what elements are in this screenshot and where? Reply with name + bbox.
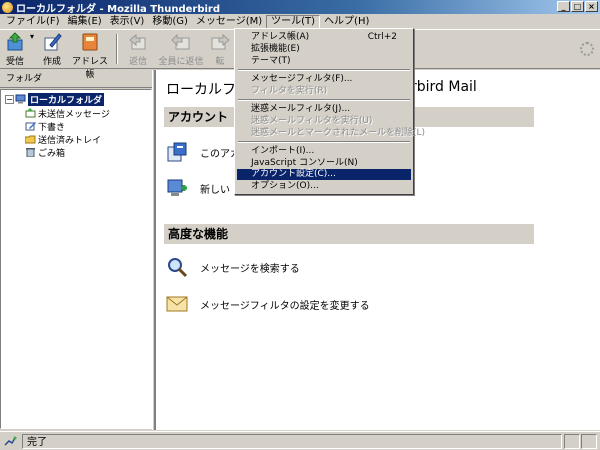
sent-folder-icon bbox=[25, 135, 36, 144]
compose-icon bbox=[44, 33, 62, 51]
tools-menu-dropdown: アドレス帳(A) Ctrl+2 拡張機能(E) テーマ(T) メッセージフィルタ… bbox=[234, 28, 425, 195]
status-panel bbox=[564, 434, 580, 449]
search-icon bbox=[168, 258, 188, 278]
activity-throbber-icon bbox=[580, 42, 594, 56]
minimize-button[interactable]: _ bbox=[557, 1, 570, 12]
menuitem-delete-junk[interactable]: 迷惑メールとマークされたメールを削除(L) bbox=[237, 127, 425, 139]
page-title-tail: rbird Mail bbox=[411, 79, 477, 95]
reply-icon bbox=[129, 33, 146, 50]
chevron-down-icon: ▾ bbox=[29, 32, 34, 41]
folder-local-folders[interactable]: ローカルフォルダ bbox=[15, 92, 105, 106]
get-mail-icon bbox=[7, 32, 23, 51]
window-controls: _ □ × bbox=[557, 1, 598, 12]
status-panel bbox=[581, 434, 597, 449]
trash-icon bbox=[26, 148, 35, 157]
online-status-icon[interactable] bbox=[3, 435, 17, 448]
reply-all-label: 全員に返信 bbox=[158, 57, 204, 67]
view-account-settings-link[interactable]: このアカ bbox=[166, 140, 240, 164]
close-button[interactable]: × bbox=[585, 1, 598, 12]
menuitem-extensions[interactable]: 拡張機能(E) bbox=[237, 43, 411, 55]
menu-go[interactable]: 移動(G) bbox=[148, 15, 192, 29]
menuitem-label: アドレス帳(A) bbox=[251, 32, 310, 42]
forward-button[interactable]: 転 bbox=[208, 32, 232, 68]
menu-help[interactable]: ヘルプ(H) bbox=[320, 15, 373, 29]
menuitem-run-filters[interactable]: フィルタを実行(R) bbox=[237, 85, 411, 97]
manage-filters-link-text: メッセージフィルタの設定を変更する bbox=[200, 300, 370, 312]
thunderbird-app-icon bbox=[2, 1, 13, 13]
menuitem-junk-filters[interactable]: 迷惑メールフィルタ(J)... bbox=[237, 103, 411, 115]
advanced-section-header: 高度な機能 bbox=[164, 224, 534, 244]
menuitem-account-settings[interactable]: アカウント設定(C)... bbox=[237, 169, 411, 180]
folder-sent[interactable]: 送信済みトレイ bbox=[25, 133, 102, 146]
menu-separator bbox=[238, 99, 410, 101]
compose-label: 作成 bbox=[42, 57, 61, 67]
folder-label: ローカルフォルダ bbox=[28, 92, 105, 106]
menuitem-themes[interactable]: テーマ(T) bbox=[237, 55, 411, 67]
toolbar-separator bbox=[116, 34, 118, 64]
folder-tree: − ローカルフォルダ 未送信メッセージ 下書き 送信済みトレイ ごみ箱 bbox=[0, 89, 152, 429]
folder-label: 未送信メッセージ bbox=[38, 109, 110, 120]
reply-all-icon bbox=[171, 33, 190, 50]
search-messages-link-text: メッセージを検索する bbox=[200, 263, 300, 275]
search-messages-link[interactable]: メッセージを検索する bbox=[166, 255, 300, 279]
menuitem-javascript-console[interactable]: JavaScript コンソール(N) bbox=[237, 157, 411, 169]
folder-trash[interactable]: ごみ箱 bbox=[25, 146, 66, 159]
manage-filters-link[interactable]: メッセージフィルタの設定を変更する bbox=[166, 292, 370, 316]
folder-unsent[interactable]: 未送信メッセージ bbox=[25, 107, 110, 120]
new-account-link-text: 新しい bbox=[200, 184, 230, 196]
account-settings-icon bbox=[167, 142, 187, 162]
page-title: ローカルフ bbox=[166, 82, 236, 98]
forward-icon bbox=[211, 33, 230, 50]
drafts-icon bbox=[25, 122, 36, 131]
get-mail-button[interactable]: 受信 bbox=[2, 32, 28, 68]
unsent-messages-icon bbox=[25, 108, 36, 118]
envelope-icon bbox=[166, 296, 188, 312]
menuitem-shortcut: Ctrl+2 bbox=[367, 32, 397, 42]
compose-button[interactable]: 作成 bbox=[38, 32, 66, 68]
menu-edit[interactable]: 編集(E) bbox=[64, 15, 106, 29]
menuitem-options[interactable]: オプション(O)... bbox=[237, 180, 411, 192]
address-book-icon bbox=[82, 33, 98, 51]
menu-message[interactable]: メッセージ(M) bbox=[192, 15, 266, 29]
menuitem-run-junk-filter[interactable]: 迷惑メールフィルタを実行(U) bbox=[237, 115, 411, 127]
get-mail-label: 受信 bbox=[5, 57, 24, 67]
collapse-toggle[interactable]: − bbox=[5, 95, 14, 104]
forward-label: 転 bbox=[215, 57, 225, 67]
get-mail-dropdown-button[interactable]: ▾ bbox=[28, 32, 36, 68]
folder-label: ごみ箱 bbox=[38, 148, 66, 159]
menuitem-message-filters[interactable]: メッセージフィルタ(F)... bbox=[237, 73, 411, 85]
reply-all-button[interactable]: 全員に返信 bbox=[158, 32, 204, 68]
address-book-button[interactable]: アドレス帳 bbox=[68, 32, 112, 80]
menu-separator bbox=[238, 69, 410, 71]
new-account-link[interactable]: 新しい bbox=[166, 176, 230, 200]
status-bar: 完了 bbox=[0, 431, 600, 450]
status-text: 完了 bbox=[22, 434, 562, 449]
folder-pane-header[interactable]: フォルダ bbox=[0, 70, 152, 88]
reply-button[interactable]: 返信 bbox=[124, 32, 152, 68]
menuitem-import[interactable]: インポート(I)... bbox=[237, 145, 411, 157]
folder-drafts[interactable]: 下書き bbox=[25, 120, 66, 133]
menu-file[interactable]: ファイル(F) bbox=[2, 15, 64, 29]
menu-bar: ファイル(F) 編集(E) 表示(V) 移動(G) メッセージ(M) ツール(T… bbox=[0, 14, 600, 29]
maximize-button[interactable]: □ bbox=[571, 1, 584, 12]
title-bar[interactable]: ローカルフォルダ - Mozilla Thunderbird _ □ × bbox=[0, 0, 600, 15]
new-account-icon bbox=[167, 179, 187, 196]
folder-label: 下書き bbox=[38, 122, 66, 133]
folder-label: 送信済みトレイ bbox=[38, 135, 102, 146]
menu-separator bbox=[238, 141, 410, 143]
menu-tools[interactable]: ツール(T) bbox=[266, 14, 321, 29]
menuitem-address-book[interactable]: アドレス帳(A) Ctrl+2 bbox=[237, 31, 411, 43]
reply-label: 返信 bbox=[128, 57, 147, 67]
menu-view[interactable]: 表示(V) bbox=[106, 15, 149, 29]
window-title: ローカルフォルダ - Mozilla Thunderbird bbox=[16, 3, 220, 15]
computer-icon bbox=[15, 94, 26, 104]
